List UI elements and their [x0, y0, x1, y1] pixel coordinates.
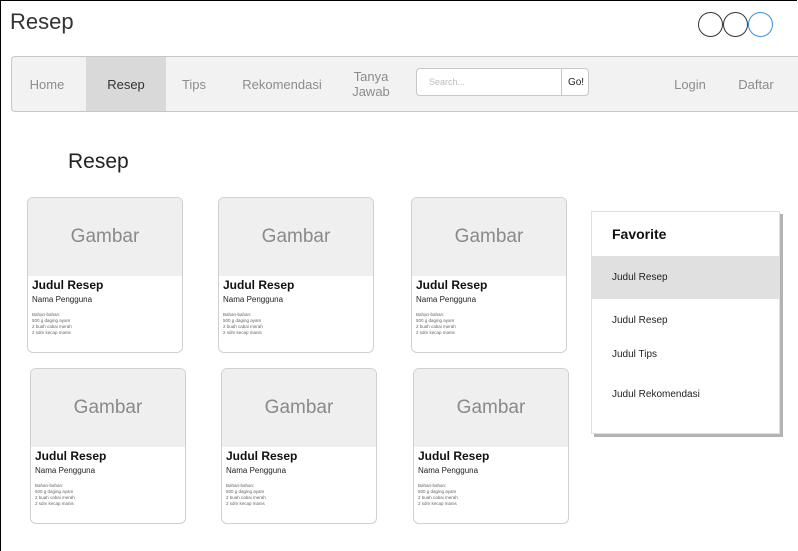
nav-tanya-jawab[interactable]: Tanya Jawab [346, 57, 396, 111]
favorite-item[interactable]: Judul Resep [592, 312, 779, 330]
card-user: Nama Pengguna [226, 466, 287, 475]
card-user: Nama Pengguna [416, 295, 477, 304]
card-image: Gambar [412, 198, 566, 276]
favorite-item[interactable]: Judul Resep [592, 256, 779, 299]
navbar: Home Resep Tips Rekomendasi Tanya Jawab … [11, 56, 798, 112]
search-input[interactable] [416, 68, 562, 96]
card-image: Gambar [28, 198, 182, 276]
app-title: Resep [10, 9, 74, 34]
card-user: Nama Pengguna [223, 295, 284, 304]
card-title: Judul Resep [35, 449, 107, 463]
favorite-item[interactable]: Judul Tips [592, 346, 779, 364]
card-user: Nama Pengguna [32, 295, 93, 304]
nav-login[interactable]: Login [662, 57, 718, 111]
nav-rekomendasi[interactable]: Rekomendasi [232, 57, 332, 111]
card-title: Judul Resep [418, 449, 490, 463]
recipe-card[interactable]: Gambar Judul Resep Nama Pengguna Bahan-b… [30, 368, 186, 524]
nav-home[interactable]: Home [12, 57, 82, 111]
nav-tips[interactable]: Tips [172, 57, 216, 111]
favorite-title: Favorite [612, 226, 667, 242]
card-ingredients: Bahan-bahan: 500 g daging ayam 2 buah ca… [32, 312, 72, 335]
card-image: Gambar [219, 198, 373, 276]
card-user: Nama Pengguna [418, 466, 479, 475]
nav-daftar[interactable]: Daftar [728, 57, 784, 111]
card-title: Judul Resep [223, 278, 295, 292]
recipe-card[interactable]: Gambar Judul Resep Nama Pengguna Bahan-b… [218, 197, 374, 353]
search-go-button[interactable]: Go! [561, 68, 589, 96]
window-button-3[interactable] [748, 12, 773, 37]
card-title: Judul Resep [416, 278, 488, 292]
card-ingredients: Bahan-bahan: 500 g daging ayam 2 buah ca… [226, 483, 266, 506]
card-image: Gambar [31, 369, 185, 447]
card-ingredients: Bahan-bahan: 500 g daging ayam 2 buah ca… [223, 312, 263, 335]
card-ingredients: Bahan-bahan: 500 g daging ayam 2 buah ca… [418, 483, 458, 506]
card-title: Judul Resep [32, 278, 104, 292]
recipe-card[interactable]: Gambar Judul Resep Nama Pengguna Bahan-b… [27, 197, 183, 353]
window-button-1[interactable] [698, 12, 723, 37]
card-ingredients: Bahan-bahan: 500 g daging ayam 2 buah ca… [416, 312, 456, 335]
app-window: Resep Home Resep Tips Rekomendasi Tanya … [0, 0, 798, 551]
recipe-card[interactable]: Gambar Judul Resep Nama Pengguna Bahan-b… [221, 368, 377, 524]
window-button-2[interactable] [723, 12, 748, 37]
title-bar: Resep [1, 1, 798, 45]
favorite-panel: Favorite Judul Resep Judul Resep Judul T… [591, 211, 780, 434]
page-heading: Resep [68, 150, 129, 173]
card-image: Gambar [222, 369, 376, 447]
nav-resep[interactable]: Resep [86, 57, 166, 111]
recipe-card[interactable]: Gambar Judul Resep Nama Pengguna Bahan-b… [411, 197, 567, 353]
favorite-item[interactable]: Judul Rekomendasi [592, 386, 779, 404]
card-ingredients: Bahan-bahan: 500 g daging ayam 2 buah ca… [35, 483, 75, 506]
recipe-card[interactable]: Gambar Judul Resep Nama Pengguna Bahan-b… [413, 368, 569, 524]
card-title: Judul Resep [226, 449, 298, 463]
card-image: Gambar [414, 369, 568, 447]
card-user: Nama Pengguna [35, 466, 96, 475]
